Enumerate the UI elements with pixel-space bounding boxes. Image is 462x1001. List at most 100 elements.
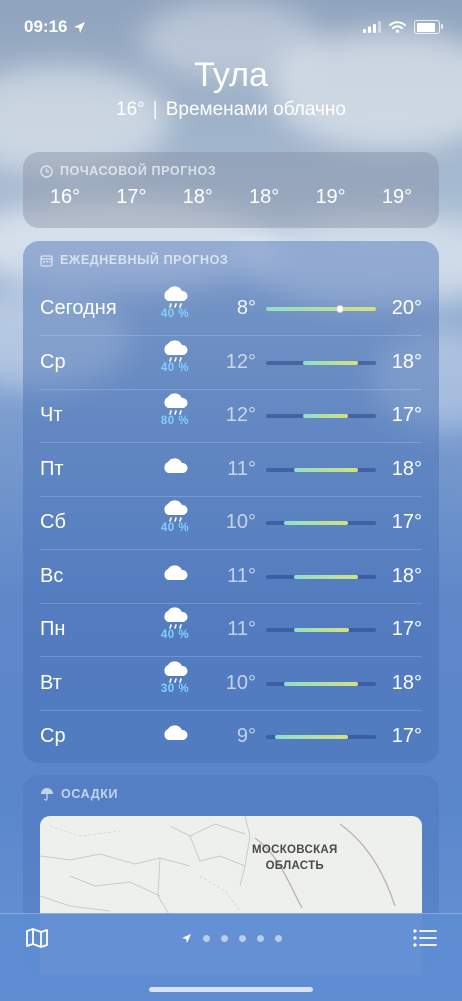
low-temp: 8° (236, 297, 256, 319)
temp-range-bar (284, 521, 349, 525)
page-dot[interactable] (202, 935, 210, 942)
current-location-page-icon[interactable] (181, 933, 192, 944)
daily-row[interactable]: Вс 11° 18° (40, 550, 422, 604)
summary-separator: | (152, 99, 158, 120)
day-name: Вт (40, 671, 62, 694)
cloud-rain-icon (164, 500, 188, 522)
temp-range-track (266, 305, 376, 313)
high-temp: 18° (391, 564, 422, 587)
city-list-button[interactable] (413, 928, 437, 953)
daily-row[interactable]: Сб 40 % 10° 17° (40, 496, 422, 550)
calendar-icon (40, 254, 53, 267)
temp-range-bar (302, 360, 358, 365)
hourly-title-text: ПОЧАСОВОЙ ПРОГНОЗ (60, 164, 217, 178)
page-dot[interactable] (256, 935, 264, 942)
cloud-icon (164, 564, 188, 580)
weather-icon-wrap: 40 % (158, 606, 192, 641)
temp-range-bar (302, 414, 349, 418)
status-bar: 09:16 (24, 14, 443, 40)
home-indicator[interactable] (149, 987, 313, 992)
weather-icon-wrap: 40 % (158, 339, 192, 374)
current-temp-marker (336, 305, 345, 313)
cloud-icon (164, 457, 188, 473)
high-temp: 17° (391, 725, 422, 747)
page-indicator (0, 933, 462, 944)
low-temp: 12° (225, 350, 256, 373)
hour-temp: 18° (249, 186, 280, 208)
city-name: Тула (194, 56, 268, 94)
daily-row[interactable]: Ср 40 % 12° 18° (40, 336, 422, 390)
precip-chance: 40 % (160, 308, 190, 320)
precip-chance: 30 % (160, 682, 190, 695)
temp-range-track (266, 574, 376, 579)
hour-temp: 18° (182, 186, 213, 208)
daily-row[interactable]: Ср 9° 17° (40, 710, 422, 763)
daily-row[interactable]: Чт 80 % 12° 17° (40, 389, 422, 443)
low-temp: 11° (227, 618, 256, 640)
day-name: Сегодня (40, 297, 117, 319)
day-name: Ср (40, 350, 66, 373)
wifi-icon (389, 21, 406, 33)
temp-range-track (266, 467, 376, 472)
daily-title: ЕЖЕДНЕВНЫЙ ПРОГНОЗ (40, 253, 228, 267)
daily-row[interactable]: Пт 11° 18° (40, 443, 422, 497)
daily-title-text: ЕЖЕДНЕВНЫЙ ПРОГНОЗ (60, 253, 229, 267)
daily-forecast-card[interactable]: ЕЖЕДНЕВНЫЙ ПРОГНОЗ Сегодня 40 % 8° 20° Ср 40 … (23, 241, 439, 763)
status-time: 09:16 (24, 17, 68, 36)
hour-temp: 19° (315, 186, 346, 208)
weather-icon-wrap: 80 % (158, 392, 192, 427)
day-name: Чт (40, 404, 63, 426)
cloud-rain-icon (164, 607, 188, 629)
temp-range-track (266, 735, 376, 739)
hourly-title: ПОЧАСОВОЙ ПРОГНОЗ (40, 164, 216, 178)
weather-icon-wrap: 40 % (158, 285, 192, 320)
umbrella-icon (41, 788, 53, 801)
precip-chance: 40 % (160, 361, 190, 374)
hour-temp: 17° (116, 186, 147, 208)
map-region-label: МОСКОВСКАЯ ОБЛАСТЬ (252, 842, 338, 874)
hour-temp: 16° (49, 186, 81, 208)
low-temp: 11° (227, 457, 256, 480)
day-name: Вс (40, 564, 64, 587)
weather-icon-wrap: 40 % (158, 499, 192, 534)
battery-icon (414, 20, 443, 34)
clock-icon (40, 164, 53, 178)
current-summary: 16° | Временами облачно (0, 99, 462, 121)
daily-row[interactable]: Сегодня 40 % 8° 20° (40, 282, 422, 336)
day-name: Пн (40, 618, 66, 640)
precipitation-title-text: ОСАДКИ (61, 787, 119, 801)
low-temp: 11° (227, 564, 256, 587)
map-label-line1: МОСКОВСКАЯ (252, 844, 338, 856)
high-temp: 18° (391, 457, 422, 480)
cloud-rain-icon (164, 286, 188, 308)
cloud-icon (164, 725, 188, 740)
temp-range-track (266, 628, 376, 632)
high-temp: 17° (391, 618, 422, 640)
current-temp: 16° (116, 99, 145, 120)
temp-range-bar (293, 574, 358, 579)
day-name: Ср (40, 725, 66, 747)
temp-range-track (266, 681, 376, 686)
bottom-tab-bar (0, 913, 462, 1001)
high-temp: 18° (391, 671, 422, 694)
high-temp: 17° (391, 511, 422, 533)
precipitation-title: ОСАДКИ (40, 787, 118, 801)
daily-row[interactable]: Пн 40 % 11° 17° (40, 603, 422, 657)
temp-range-track (266, 414, 376, 418)
page-dot[interactable] (220, 935, 228, 942)
low-temp: 9° (236, 725, 256, 747)
high-temp: 20° (391, 297, 422, 319)
temp-range-bar (266, 307, 376, 311)
page-dot[interactable] (238, 935, 246, 942)
cellular-signal-icon (363, 21, 381, 33)
temp-range-track (266, 521, 376, 525)
current-condition: Временами облачно (165, 99, 346, 120)
weather-icon-wrap (158, 564, 192, 584)
weather-icon-wrap (158, 457, 192, 477)
map-label-line2: ОБЛАСТЬ (265, 860, 324, 872)
page-dot[interactable] (274, 935, 282, 942)
weather-icon-wrap (158, 724, 192, 744)
daily-row[interactable]: Вт 30 % 10° 18° (40, 657, 422, 711)
hourly-forecast-card[interactable]: ПОЧАСОВОЙ ПРОГНОЗ 16° 17° 18° 18° 19° 19… (23, 152, 439, 228)
high-temp: 17° (391, 404, 422, 426)
